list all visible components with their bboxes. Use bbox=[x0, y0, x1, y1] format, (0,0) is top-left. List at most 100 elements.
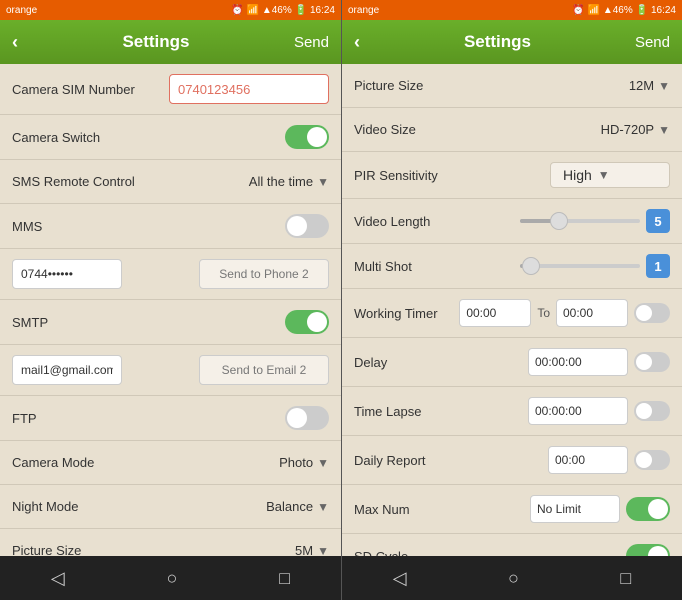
time-lapse-toggle[interactable] bbox=[634, 401, 670, 421]
working-timer-from[interactable] bbox=[459, 299, 531, 327]
left-picture-size-select[interactable]: 5M ▼ bbox=[295, 543, 329, 556]
camera-sim-input[interactable] bbox=[169, 74, 329, 104]
right-picture-size-chevron: ▼ bbox=[658, 79, 670, 93]
camera-sim-row: Camera SIM Number bbox=[0, 64, 341, 115]
smtp-toggle[interactable] bbox=[285, 310, 329, 334]
ftp-knob bbox=[287, 408, 307, 428]
daily-report-label: Daily Report bbox=[354, 453, 426, 468]
right-bottom-nav: ◁ ○ □ bbox=[342, 556, 682, 600]
left-picture-size-label: Picture Size bbox=[12, 543, 81, 556]
right-recents-nav-icon[interactable]: □ bbox=[620, 568, 631, 589]
max-num-input[interactable] bbox=[530, 495, 620, 523]
video-size-value: HD-720P bbox=[601, 122, 654, 137]
right-picture-size-row: Picture Size 12M ▼ bbox=[342, 64, 682, 108]
left-back-nav-icon[interactable]: ◁ bbox=[51, 568, 65, 589]
mms-label: MMS bbox=[12, 219, 42, 234]
night-mode-select[interactable]: Balance ▼ bbox=[266, 499, 329, 514]
night-mode-row: Night Mode Balance ▼ bbox=[0, 485, 341, 529]
working-timer-to[interactable] bbox=[556, 299, 628, 327]
time-lapse-input[interactable] bbox=[528, 397, 628, 425]
video-length-slider-row: 5 bbox=[520, 209, 670, 233]
time-lapse-row: Time Lapse bbox=[342, 387, 682, 436]
delay-input[interactable] bbox=[528, 348, 628, 376]
working-timer-label: Working Timer bbox=[354, 306, 438, 321]
right-panel: orange ⏰ 📶 ▲46% 🔋 16:24 ‹ Settings Send … bbox=[341, 0, 682, 600]
left-header: ‹ Settings Send bbox=[0, 20, 341, 64]
left-recents-nav-icon[interactable]: □ bbox=[279, 568, 290, 589]
smtp-knob bbox=[307, 312, 327, 332]
ftp-row: FTP bbox=[0, 396, 341, 441]
sms-remote-label: SMS Remote Control bbox=[12, 174, 135, 189]
camera-mode-value: Photo bbox=[279, 455, 313, 470]
video-size-select[interactable]: HD-720P ▼ bbox=[601, 122, 670, 137]
video-length-badge: 5 bbox=[646, 209, 670, 233]
send-to-phone-button[interactable]: Send to Phone 2 bbox=[199, 259, 329, 289]
camera-mode-chevron: ▼ bbox=[317, 456, 329, 470]
camera-mode-row: Camera Mode Photo ▼ bbox=[0, 441, 341, 485]
time-lapse-label: Time Lapse bbox=[354, 404, 421, 419]
multi-shot-track[interactable] bbox=[520, 264, 640, 268]
max-num-toggle[interactable] bbox=[626, 497, 670, 521]
right-content: Picture Size 12M ▼ Video Size HD-720P ▼ … bbox=[342, 64, 682, 556]
sd-cycle-row: SD Cycle bbox=[342, 534, 682, 556]
video-size-chevron: ▼ bbox=[658, 123, 670, 137]
pir-sensitivity-select[interactable]: High ▼ bbox=[550, 162, 670, 188]
working-timer-toggle[interactable] bbox=[634, 303, 670, 323]
right-home-nav-icon[interactable]: ○ bbox=[508, 568, 519, 589]
video-size-row: Video Size HD-720P ▼ bbox=[342, 108, 682, 152]
left-bottom-nav: ◁ ○ □ bbox=[0, 556, 341, 600]
sd-cycle-knob bbox=[648, 546, 668, 556]
camera-mode-label: Camera Mode bbox=[12, 455, 94, 470]
max-num-label: Max Num bbox=[354, 502, 410, 517]
sd-cycle-toggle[interactable] bbox=[626, 544, 670, 556]
left-header-title: Settings bbox=[122, 32, 189, 52]
daily-report-input[interactable] bbox=[548, 446, 628, 474]
left-back-button[interactable]: ‹ bbox=[12, 32, 18, 53]
sms-remote-select[interactable]: All the time ▼ bbox=[249, 174, 329, 189]
right-status-icons: ⏰ 📶 ▲46% 🔋 16:24 bbox=[572, 5, 676, 16]
pir-sensitivity-value: High bbox=[563, 167, 592, 183]
multi-shot-badge: 1 bbox=[646, 254, 670, 278]
camera-switch-toggle[interactable] bbox=[285, 125, 329, 149]
left-status-bar: orange ⏰ 📶 ▲46% 🔋 16:24 bbox=[0, 0, 341, 20]
daily-report-toggle[interactable] bbox=[634, 450, 670, 470]
video-length-row: Video Length 5 bbox=[342, 199, 682, 244]
video-length-track[interactable] bbox=[520, 219, 640, 223]
working-timer-row: Working Timer To bbox=[342, 289, 682, 338]
mms-toggle[interactable] bbox=[285, 214, 329, 238]
left-status-icons: ⏰ 📶 ▲46% 🔋 16:24 bbox=[231, 5, 335, 16]
left-picture-size-value: 5M bbox=[295, 543, 313, 556]
send-to-email-button[interactable]: Send to Email 2 bbox=[199, 355, 329, 385]
night-mode-value: Balance bbox=[266, 499, 313, 514]
right-send-button[interactable]: Send bbox=[635, 34, 670, 51]
left-send-button[interactable]: Send bbox=[294, 34, 329, 51]
mms-row: MMS bbox=[0, 204, 341, 249]
ftp-toggle[interactable] bbox=[285, 406, 329, 430]
sms-remote-value: All the time bbox=[249, 174, 313, 189]
max-num-row: Max Num bbox=[342, 485, 682, 534]
pir-sensitivity-chevron: ▼ bbox=[598, 168, 610, 182]
night-mode-label: Night Mode bbox=[12, 499, 78, 514]
delay-label: Delay bbox=[354, 355, 387, 370]
right-picture-size-select[interactable]: 12M ▼ bbox=[629, 78, 670, 93]
left-picture-size-chevron: ▼ bbox=[317, 544, 329, 557]
email-input[interactable] bbox=[12, 355, 122, 385]
video-length-label: Video Length bbox=[354, 214, 430, 229]
multi-shot-label: Multi Shot bbox=[354, 259, 412, 274]
sms-remote-row: SMS Remote Control All the time ▼ bbox=[0, 160, 341, 204]
left-home-nav-icon[interactable]: ○ bbox=[167, 568, 178, 589]
left-carrier: orange bbox=[6, 5, 37, 16]
right-back-button[interactable]: ‹ bbox=[354, 32, 360, 53]
left-panel: orange ⏰ 📶 ▲46% 🔋 16:24 ‹ Settings Send … bbox=[0, 0, 341, 600]
left-content: Camera SIM Number Camera Switch SMS Remo… bbox=[0, 64, 341, 556]
camera-mode-select[interactable]: Photo ▼ bbox=[279, 455, 329, 470]
right-header: ‹ Settings Send bbox=[342, 20, 682, 64]
camera-switch-knob bbox=[307, 127, 327, 147]
email-inputs-row: Send to Email 2 bbox=[0, 345, 341, 396]
sd-cycle-label: SD Cycle bbox=[354, 549, 408, 557]
sms-remote-chevron: ▼ bbox=[317, 175, 329, 189]
phone-number-input[interactable] bbox=[12, 259, 122, 289]
right-status-bar: orange ⏰ 📶 ▲46% 🔋 16:24 bbox=[342, 0, 682, 20]
right-back-nav-icon[interactable]: ◁ bbox=[393, 568, 407, 589]
delay-toggle[interactable] bbox=[634, 352, 670, 372]
